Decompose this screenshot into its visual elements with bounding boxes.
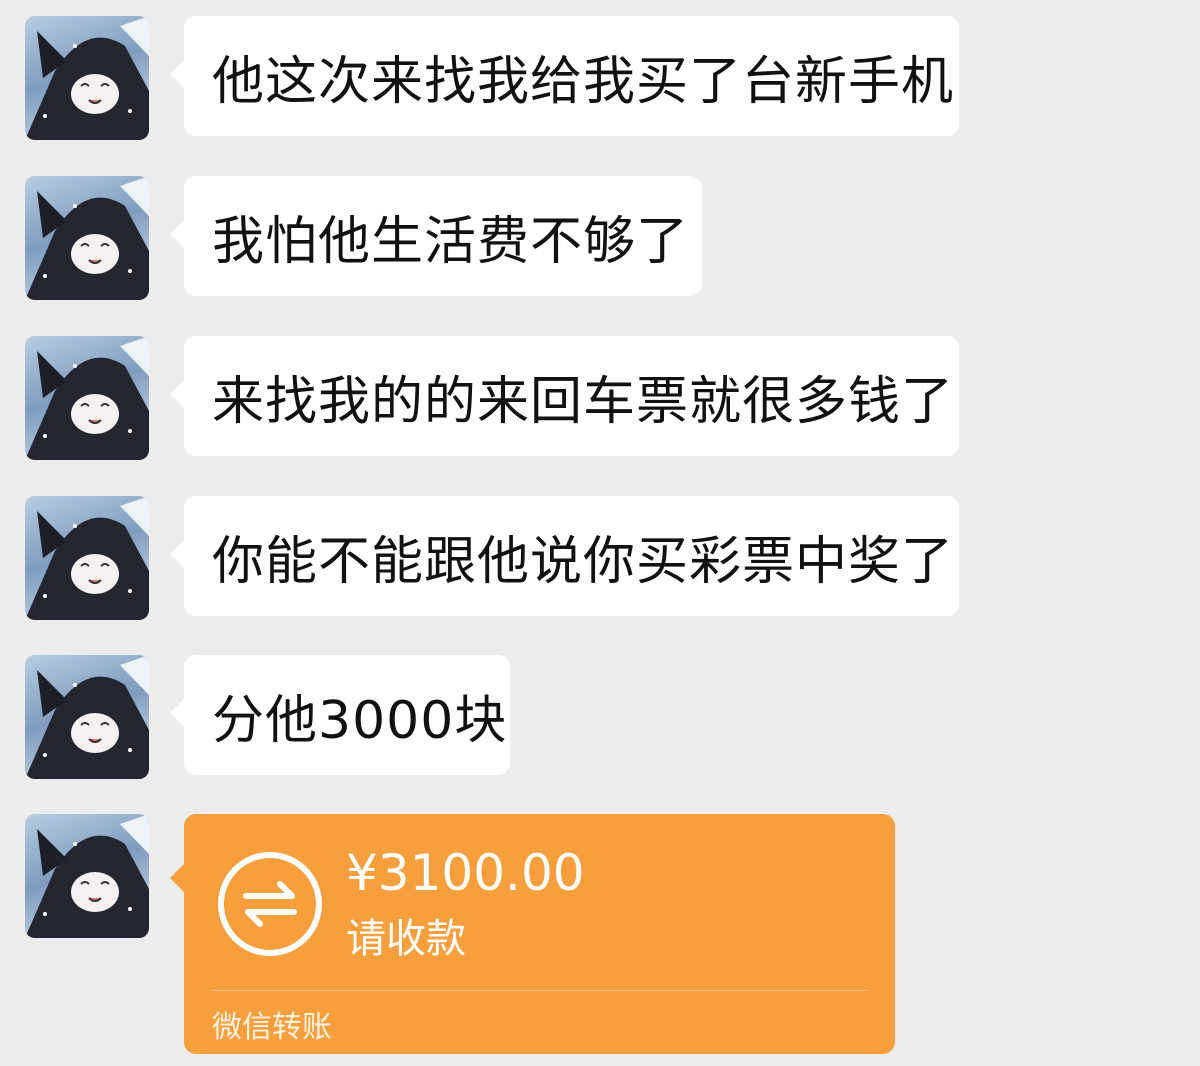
message-text: 他这次来找我给我买了台新手机 [212, 51, 955, 112]
message-bubble[interactable]: 来找我的的来回车票就很多钱了 [170, 336, 959, 456]
message-bubble[interactable]: 你能不能跟他说你买彩票中奖了 [170, 496, 959, 616]
transfer-amount: ¥3100.00 [346, 844, 585, 902]
message-text: 我怕他生活费不够了 [212, 211, 690, 272]
avatar[interactable] [25, 176, 149, 300]
transfer-status: 请收款 [346, 916, 466, 962]
message-bubble[interactable]: 我怕他生活费不够了 [170, 176, 702, 296]
divider [212, 990, 867, 991]
avatar-image [25, 16, 149, 140]
message-bubble[interactable]: 他这次来找我给我买了台新手机 [170, 16, 959, 136]
avatar[interactable] [25, 814, 149, 938]
avatar[interactable] [25, 496, 149, 620]
avatar-image [25, 176, 149, 300]
message-text: 分他3000块 [212, 690, 508, 751]
transfer-card[interactable]: ¥3100.00 请收款 微信转账 [170, 814, 895, 1054]
avatar-image [25, 336, 149, 460]
message-bubble[interactable]: 分他3000块 [170, 655, 510, 775]
message-text: 来找我的的来回车票就很多钱了 [212, 371, 955, 432]
avatar[interactable] [25, 655, 149, 779]
avatar-image [25, 496, 149, 620]
message-text: 你能不能跟他说你买彩票中奖了 [212, 531, 955, 592]
transfer-footer-label: 微信转账 [212, 1010, 332, 1045]
avatar-image [25, 814, 149, 938]
avatar-image [25, 655, 149, 779]
avatar[interactable] [25, 16, 149, 140]
avatar[interactable] [25, 336, 149, 460]
transfer-arrows-icon [218, 852, 322, 956]
